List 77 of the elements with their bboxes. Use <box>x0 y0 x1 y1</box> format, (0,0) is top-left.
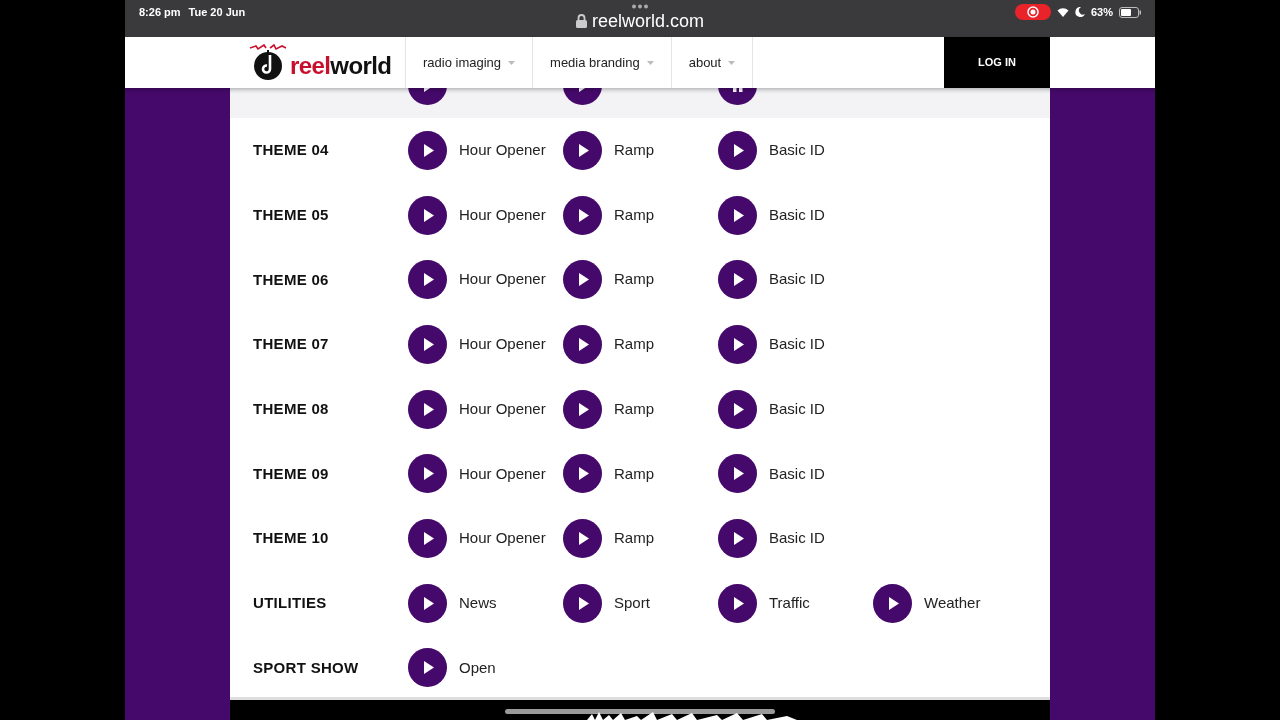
clip-title: Basic ID <box>769 398 825 419</box>
row-label: THEME 05 <box>253 206 329 224</box>
clip-title: Ramp <box>614 140 654 161</box>
play-button[interactable] <box>718 130 757 170</box>
play-button[interactable] <box>563 583 602 623</box>
play-button[interactable] <box>718 389 757 429</box>
play-button[interactable] <box>563 518 602 558</box>
clip-title: Basic ID <box>769 204 825 225</box>
lock-icon <box>575 14 587 28</box>
clip-title: Hour Opener <box>459 204 546 225</box>
play-button[interactable] <box>408 454 447 494</box>
clip-title: Basic ID <box>769 528 825 549</box>
wifi-icon <box>1056 7 1069 18</box>
play-button[interactable] <box>718 195 757 235</box>
play-button[interactable] <box>718 260 757 300</box>
play-button[interactable] <box>408 389 447 429</box>
row-label: SPORT SHOW <box>253 658 359 676</box>
clip-title: Basic ID <box>769 463 825 484</box>
play-button[interactable] <box>718 454 757 494</box>
play-button[interactable] <box>718 324 757 364</box>
clip-title: Ramp <box>614 398 654 419</box>
more-icon[interactable] <box>631 4 649 9</box>
clip-title: Ramp <box>614 269 654 290</box>
play-button[interactable] <box>563 324 602 364</box>
clip-title: Open <box>459 657 496 678</box>
play-button[interactable] <box>408 260 447 300</box>
clip-title: Ramp <box>614 334 654 355</box>
clip-title: Hour Opener <box>459 140 546 161</box>
play-button[interactable] <box>408 324 447 364</box>
play-button[interactable] <box>408 518 447 558</box>
row-label: THEME 10 <box>253 529 329 547</box>
clip-title: Hour Opener <box>459 269 546 290</box>
waveform-icon <box>587 711 797 720</box>
row-label: THEME 08 <box>253 400 329 418</box>
clip-title: Basic ID <box>769 140 825 161</box>
nav-link[interactable]: media branding <box>550 52 654 73</box>
clip-title: Basic ID <box>769 334 825 355</box>
recording-indicator[interactable] <box>1014 4 1051 21</box>
play-button[interactable] <box>718 518 757 558</box>
play-button[interactable] <box>408 648 447 688</box>
clip-title: Hour Opener <box>459 334 546 355</box>
clip-title: Traffic <box>769 592 810 613</box>
play-button[interactable] <box>873 583 912 623</box>
login-button[interactable]: LOG IN <box>944 37 1050 88</box>
row-label: THEME 09 <box>253 464 329 482</box>
play-button[interactable] <box>718 583 757 623</box>
clip-title: Sport <box>614 592 650 613</box>
status-time: 8:26 pm <box>139 5 181 20</box>
play-button[interactable] <box>408 130 447 170</box>
battery-icon <box>1119 6 1141 18</box>
clip-title: News <box>459 592 497 613</box>
row-label: UTILITIES <box>253 594 327 612</box>
nav-link[interactable]: about <box>688 52 736 73</box>
row-label: THEME 06 <box>253 270 329 288</box>
reelworld-logo[interactable]: reelworld <box>248 43 392 82</box>
url-text[interactable]: reelworld.com <box>591 11 704 31</box>
clip-title: Ramp <box>614 204 654 225</box>
play-button[interactable] <box>408 195 447 235</box>
status-date: Tue 20 Jun <box>188 5 246 20</box>
play-button[interactable] <box>563 389 602 429</box>
moon-icon <box>1074 7 1085 18</box>
clip-title: Hour Opener <box>459 463 546 484</box>
row-label: THEME 04 <box>253 141 329 159</box>
play-button[interactable] <box>563 454 602 494</box>
clip-title: Basic ID <box>769 269 825 290</box>
play-button[interactable] <box>563 195 602 235</box>
battery-percent: 63% <box>1090 5 1113 20</box>
clip-title: Hour Opener <box>459 528 546 549</box>
row-label: THEME 07 <box>253 335 329 353</box>
clip-title: Ramp <box>614 528 654 549</box>
nav-link[interactable]: radio imaging <box>423 52 516 73</box>
clip-title: Weather <box>924 592 981 613</box>
clip-title: Hour Opener <box>459 398 546 419</box>
play-button[interactable] <box>408 583 447 623</box>
clip-title: Ramp <box>614 463 654 484</box>
play-button[interactable] <box>563 130 602 170</box>
play-button[interactable] <box>563 260 602 300</box>
